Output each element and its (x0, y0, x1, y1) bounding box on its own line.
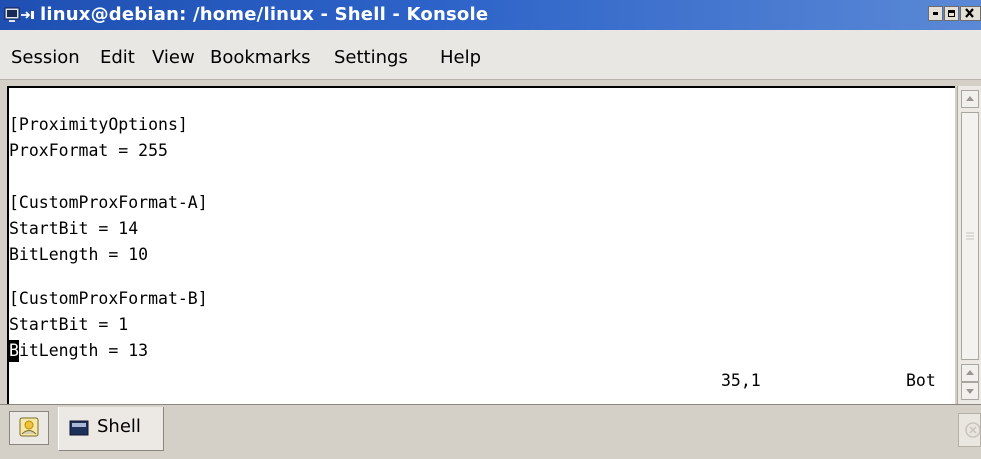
arrow-down-icon (966, 389, 974, 394)
cursor-line-text: itLength = 13 (18, 341, 149, 360)
maximize-icon (948, 10, 955, 17)
shell-terminal-icon (69, 420, 89, 436)
scroll-down-button[interactable] (961, 382, 979, 400)
menu-bookmarks[interactable]: Bookmarks (210, 47, 311, 68)
terminal-line: [CustomProxFormat-B] (9, 289, 208, 308)
close-button[interactable] (960, 6, 981, 21)
terminal-line: ProxFormat = 255 (9, 141, 168, 160)
close-icon (965, 8, 974, 18)
window-title: linux@debian: /home/linux - Shell - Kons… (40, 4, 489, 25)
new-session-button[interactable] (9, 411, 49, 445)
new-session-icon (19, 417, 39, 437)
session-tabbar: Shell (0, 404, 981, 459)
tab-shell[interactable]: Shell (58, 407, 164, 451)
minimize-button[interactable] (928, 6, 943, 21)
terminal-line: [ProximityOptions] (9, 115, 188, 134)
minimize-icon (933, 12, 938, 15)
text-cursor: B (9, 340, 19, 362)
menu-edit[interactable]: Edit (100, 47, 135, 68)
grip-icon (966, 232, 974, 240)
scroll-position-status: Bot (906, 371, 936, 390)
close-session-button[interactable] (958, 413, 981, 447)
menu-settings[interactable]: Settings (334, 47, 408, 68)
terminal-line: StartBit = 1 (9, 315, 129, 334)
vertical-scrollbar[interactable] (957, 86, 981, 404)
arrow-up-icon (966, 370, 974, 375)
window-titlebar[interactable]: linux@debian: /home/linux - Shell - Kons… (0, 0, 981, 30)
menu-help[interactable]: Help (440, 47, 481, 68)
arrow-up-icon (966, 96, 974, 101)
cursor-position-status: 35,1 (721, 371, 761, 390)
menubar: Session Edit View Bookmarks Settings Hel… (0, 30, 981, 80)
maximize-button[interactable] (944, 6, 959, 21)
scrollbar-thumb[interactable] (961, 112, 979, 360)
tab-label: Shell (97, 416, 141, 437)
konsole-terminal-icon[interactable] (4, 6, 38, 24)
terminal-line: BitLength = 10 (9, 245, 149, 264)
terminal-line: StartBit = 14 (9, 219, 139, 238)
terminal-line: [CustomProxFormat-A] (9, 193, 208, 212)
terminal-output[interactable]: [ProximityOptions] ProxFormat = 255 [Cus… (7, 86, 955, 404)
terminal-cursor-line: BitLength = 13 (9, 340, 148, 362)
menu-session[interactable]: Session (11, 47, 80, 68)
close-session-icon (965, 422, 980, 438)
scroll-up-button-lower[interactable] (961, 364, 979, 382)
scroll-up-button[interactable] (961, 90, 979, 108)
menu-view[interactable]: View (152, 47, 195, 68)
